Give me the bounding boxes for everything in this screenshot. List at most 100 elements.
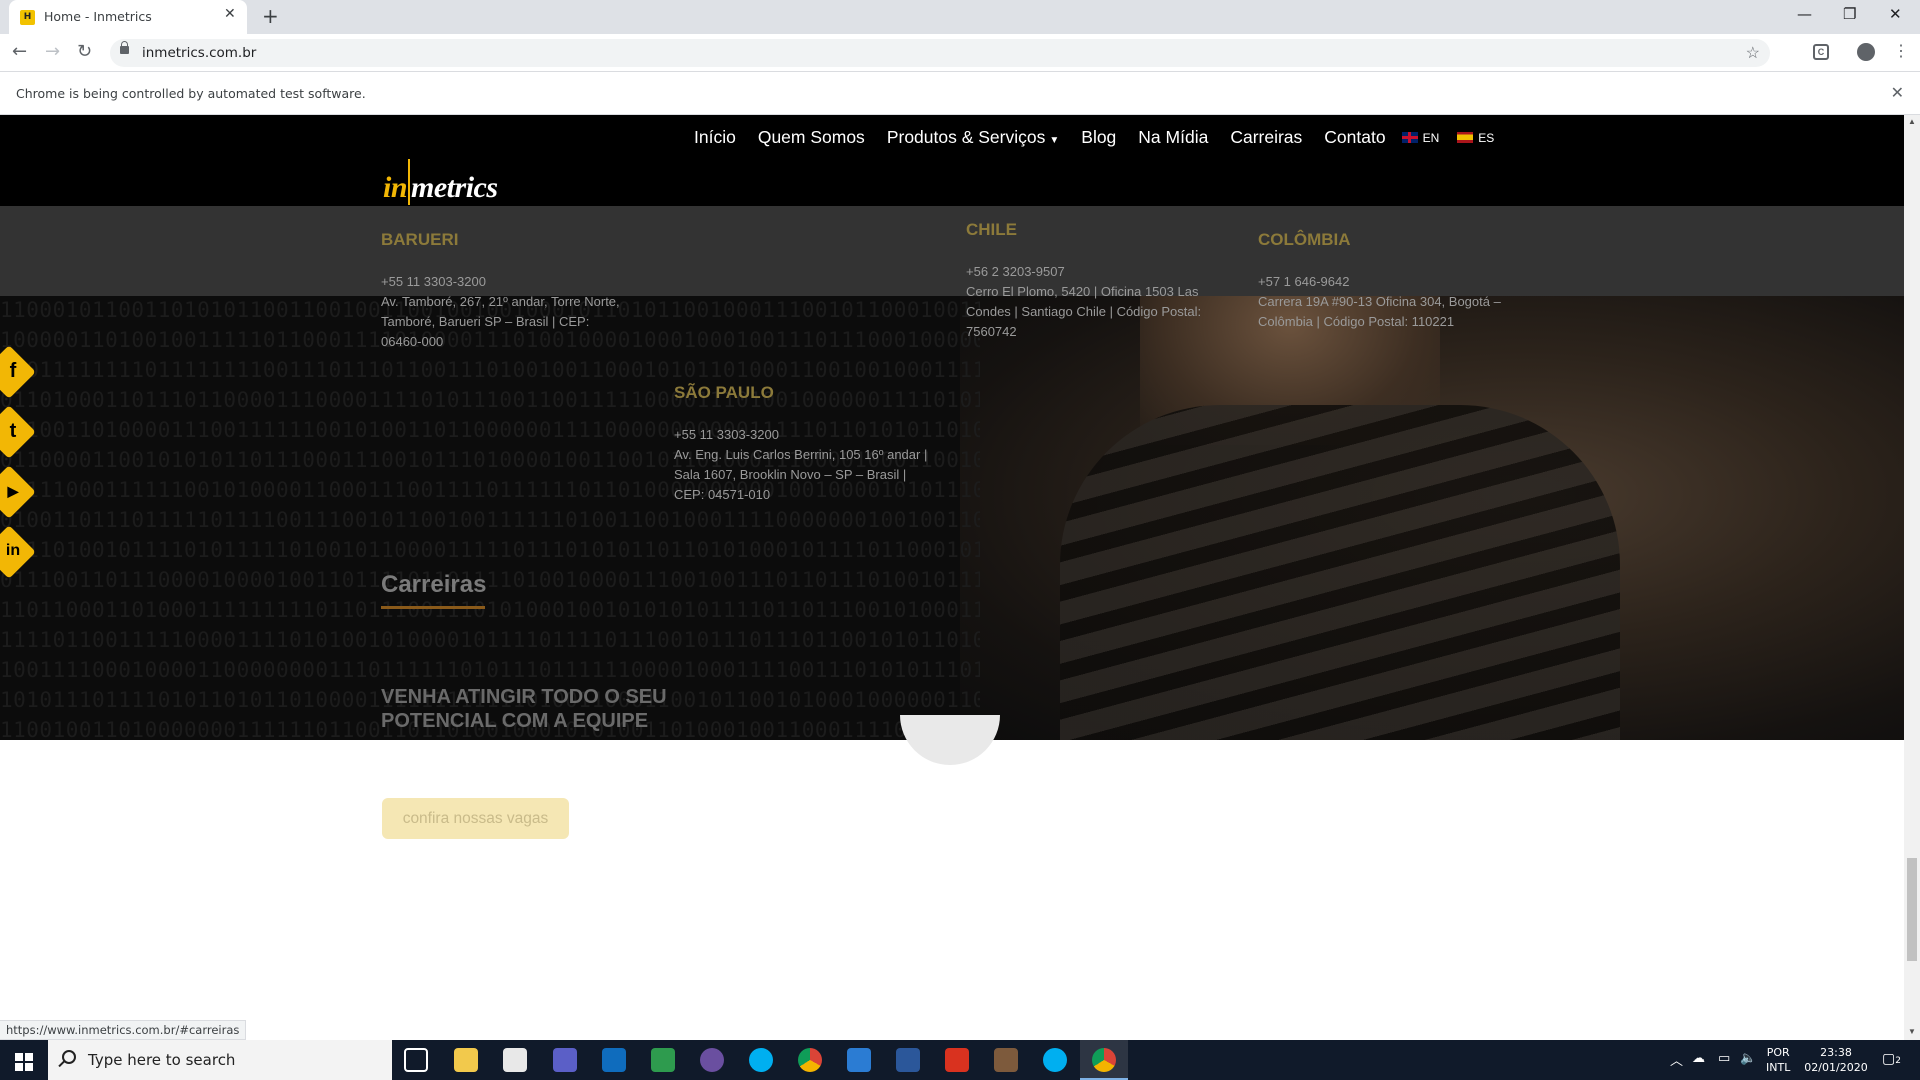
teams-icon[interactable] xyxy=(553,1048,577,1072)
forward-icon[interactable]: → xyxy=(45,41,60,62)
browser-tab-strip: H Home - Inmetrics ✕ + — ❐ ✕ xyxy=(0,0,1920,34)
lang-es[interactable]: ES xyxy=(1457,131,1494,145)
nav-item-produtos[interactable]: Produtos & Serviços ▼ xyxy=(887,127,1059,148)
chrome-icon xyxy=(1092,1048,1116,1072)
task-view-icon[interactable] xyxy=(404,1048,428,1072)
onedrive-icon[interactable]: ☁ xyxy=(1692,1051,1705,1066)
linkedin-icon: in xyxy=(5,542,21,559)
network-icon[interactable]: ▭ xyxy=(1718,1051,1730,1066)
hero-photo-shirt xyxy=(1060,405,1620,740)
skype-icon[interactable] xyxy=(749,1048,773,1072)
outlook-icon[interactable] xyxy=(602,1048,626,1072)
app-icon[interactable] xyxy=(700,1048,724,1072)
twitter-link[interactable]: t xyxy=(0,405,36,459)
lock-icon[interactable] xyxy=(120,41,129,54)
offices-band xyxy=(0,206,1904,296)
volume-icon[interactable]: 🔈 xyxy=(1740,1051,1756,1066)
taskbar-search-placeholder: Type here to search xyxy=(88,1051,236,1069)
office-title: CHILE xyxy=(966,220,1017,239)
vscode-icon[interactable] xyxy=(847,1048,871,1072)
tab-close-icon[interactable]: ✕ xyxy=(224,6,236,22)
close-window-button[interactable]: ✕ xyxy=(1889,5,1902,23)
input-language[interactable]: POR INTL xyxy=(1766,1045,1790,1075)
taskbar-search[interactable]: Type here to search xyxy=(48,1040,392,1080)
word-icon[interactable] xyxy=(896,1048,920,1072)
infobar-close-icon[interactable]: ✕ xyxy=(1891,83,1904,102)
careers-underline xyxy=(381,606,485,609)
url-text[interactable]: inmetrics.com.br xyxy=(142,45,256,61)
browser-tab[interactable]: H Home - Inmetrics ✕ xyxy=(9,0,247,34)
spreadsheet-icon[interactable] xyxy=(651,1048,675,1072)
nav-item-quem-somos[interactable]: Quem Somos xyxy=(758,127,865,148)
office-address: Cerro El Plomo, 5420 | Oficina 1503 Las … xyxy=(966,284,1202,339)
office-title: BARUERI xyxy=(381,230,459,249)
office-phone[interactable]: +57 1 646-9642 xyxy=(1258,272,1518,292)
mail-icon[interactable] xyxy=(503,1048,527,1072)
main-nav: Início Quem Somos Produtos & Serviços ▼ B… xyxy=(694,127,1512,148)
file-explorer-icon[interactable] xyxy=(454,1048,478,1072)
nav-item-blog[interactable]: Blog xyxy=(1081,127,1116,148)
scroll-down-icon[interactable]: ▼ xyxy=(1908,1027,1916,1036)
acrobat-icon[interactable] xyxy=(945,1048,969,1072)
restore-button[interactable]: ❐ xyxy=(1843,5,1856,23)
facebook-link[interactable]: f xyxy=(0,345,36,399)
search-icon xyxy=(62,1050,76,1064)
open-positions-button[interactable]: confira nossas vagas xyxy=(382,798,569,839)
profile-icon[interactable] xyxy=(1857,43,1875,61)
new-tab-button[interactable]: + xyxy=(262,4,279,28)
lang-en[interactable]: EN xyxy=(1401,131,1439,145)
back-icon[interactable]: ← xyxy=(12,41,27,62)
scroll-thumb[interactable] xyxy=(1907,858,1917,961)
infobar-text: Chrome is being controlled by automated … xyxy=(16,86,366,101)
skype-business-icon[interactable] xyxy=(1043,1048,1067,1072)
tray-overflow-icon[interactable]: ︿ xyxy=(1670,1050,1683,1069)
nav-item-carreiras[interactable]: Carreiras xyxy=(1230,127,1302,148)
browser-toolbar: ← → ↻ inmetrics.com.br ☆ C ⋮ xyxy=(0,34,1920,72)
extension-icon[interactable]: C xyxy=(1813,44,1829,60)
favicon-icon: H xyxy=(20,10,35,25)
office-phone[interactable]: +56 2 3203-9507 xyxy=(966,262,1236,282)
notifications-icon[interactable]: ▢2 xyxy=(1882,1051,1901,1067)
youtube-link[interactable]: ▶ xyxy=(0,465,36,519)
twitter-icon: t xyxy=(9,420,17,442)
office-address: Av. Tamboré, 267, 21º andar, Torre Norte… xyxy=(381,294,620,349)
page-viewport: 1100010110011010101100110010011001001001… xyxy=(0,115,1904,1040)
minimize-button[interactable]: — xyxy=(1797,5,1812,23)
reload-icon[interactable]: ↻ xyxy=(77,41,92,62)
facebook-icon: f xyxy=(9,360,17,382)
linkedin-link[interactable]: in xyxy=(0,525,36,579)
office-title: COLÔMBIA xyxy=(1258,230,1351,249)
address-bar[interactable]: inmetrics.com.br ☆ xyxy=(110,39,1770,67)
site-logo[interactable]: in metrics xyxy=(383,159,498,205)
office-chile: CHILE +56 2 3203-9507 Cerro El Plomo, 54… xyxy=(966,220,1236,342)
nav-item-inicio[interactable]: Início xyxy=(694,127,736,148)
settings-app-icon[interactable] xyxy=(994,1048,1018,1072)
office-sao-paulo: SÃO PAULO +55 11 3303-3200 Av. Eng. Luis… xyxy=(674,383,934,505)
caret-down-icon: ▼ xyxy=(1049,135,1060,146)
nav-item-na-midia[interactable]: Na Mídia xyxy=(1138,127,1208,148)
office-phone[interactable]: +55 11 3303-3200 xyxy=(674,425,934,445)
chrome-active-app[interactable] xyxy=(1080,1040,1128,1080)
office-barueri: BARUERI +55 11 3303-3200 Av. Tamboré, 26… xyxy=(381,230,621,352)
page-scrollbar[interactable]: ▲ ▼ xyxy=(1904,115,1920,1040)
hero-section: 1100010110011010101100110010011001001001… xyxy=(0,115,1904,740)
office-address: Av. Eng. Luis Carlos Berrini, 105 16º an… xyxy=(674,447,928,502)
windows-taskbar: Type here to search ︿ ☁ ▭ 🔈 POR INTL 23:3… xyxy=(0,1040,1920,1080)
chrome-menu-icon[interactable]: ⋮ xyxy=(1893,41,1909,61)
careers-subtitle: VENHA ATINGIR TODO O SEU POTENCIAL COM A… xyxy=(381,686,667,732)
tab-title: Home - Inmetrics xyxy=(44,9,152,24)
status-url: https://www.inmetrics.com.br/#carreiras xyxy=(0,1020,247,1040)
bookmark-star-icon[interactable]: ☆ xyxy=(1746,43,1760,63)
clock[interactable]: 23:38 02/01/2020 xyxy=(1800,1045,1872,1075)
binary-background: 1100010110011010101100110010011001001001… xyxy=(0,298,980,740)
clock-time: 23:38 xyxy=(1820,1046,1852,1059)
office-colombia: COLÔMBIA +57 1 646-9642 Carrera 19A #90-… xyxy=(1258,230,1518,332)
office-phone[interactable]: +55 11 3303-3200 xyxy=(381,272,621,292)
office-address: Carrera 19A #90-13 Oficina 304, Bogotá –… xyxy=(1258,294,1501,329)
start-button[interactable] xyxy=(0,1040,48,1080)
nav-item-contato[interactable]: Contato xyxy=(1324,127,1385,148)
scroll-up-icon[interactable]: ▲ xyxy=(1908,117,1916,126)
automation-infobar: Chrome is being controlled by automated … xyxy=(0,72,1920,115)
chrome-icon[interactable] xyxy=(798,1048,822,1072)
office-title: SÃO PAULO xyxy=(674,383,774,402)
